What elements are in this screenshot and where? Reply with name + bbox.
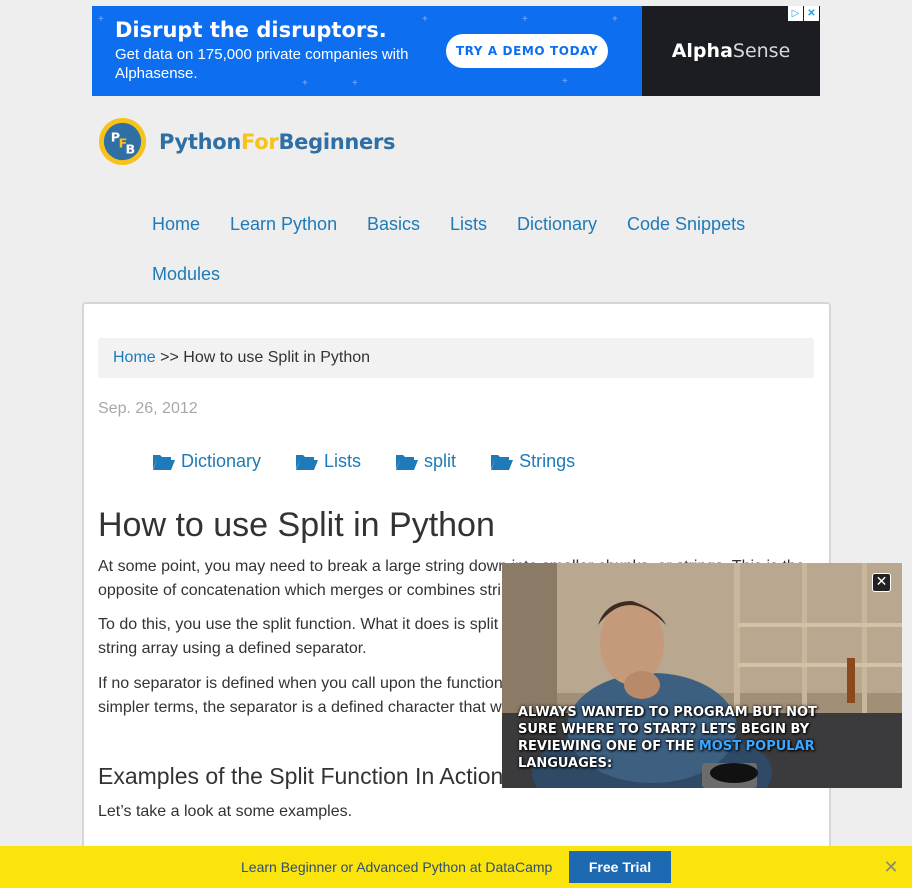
tag-strings[interactable]: Strings [490, 451, 575, 472]
ad-brand-logo: AlphaSense [671, 40, 791, 62]
section-intro: Let’s take a look at some examples. [98, 803, 353, 820]
post-date: Sep. 26, 2012 [98, 400, 198, 417]
ad-cta-button[interactable]: TRY A DEMO TODAY [446, 34, 608, 68]
folder-open-icon [153, 455, 175, 470]
ad-headline: Disrupt the disruptors. [115, 18, 387, 42]
ad-decor: + [612, 14, 618, 25]
promo-text[interactable]: Learn Beginner or Advanced Python at Dat… [241, 859, 552, 875]
ad-close-icon[interactable]: ✕ [804, 6, 819, 21]
folder-open-icon [491, 455, 514, 470]
nav-item-basics[interactable]: Basics [367, 214, 420, 235]
video-close-button[interactable]: ✕ [872, 573, 891, 592]
video-caption: Always wanted to program but not sure wh… [518, 705, 817, 771]
tag-split[interactable]: split [395, 451, 456, 472]
ad-decor: + [98, 14, 104, 25]
breadcrumb-separator: >> [155, 349, 184, 366]
adchoices-icon[interactable]: ▷ [788, 6, 803, 21]
nav-item-learn-python[interactable]: Learn Python [230, 214, 337, 235]
breadcrumb-current: How to use Split in Python [183, 349, 371, 366]
ad-decor: + [522, 14, 528, 25]
svg-text:B: B [125, 142, 135, 157]
breadcrumb: Home >> How to use Split in Python [98, 338, 814, 378]
site-name: PythonForBeginners [159, 129, 396, 154]
folder-open-icon [296, 455, 319, 470]
logo-badge-icon: P F B [98, 117, 147, 166]
top-ad-banner[interactable]: + + + + + + + + Disrupt the disruptors. … [92, 6, 820, 96]
nav-item-modules[interactable]: Modules [152, 264, 220, 285]
ad-decor: + [422, 14, 428, 25]
promo-bottom-bar: Learn Beginner or Advanced Python at Dat… [0, 846, 912, 888]
folder-open-icon [396, 455, 419, 470]
nav-item-home[interactable]: Home [152, 214, 200, 235]
video-player[interactable]: ✕ Always wanted to program but not sure … [502, 563, 902, 788]
post-tags: Dictionary Lists split Strings [152, 451, 609, 472]
section-heading: Examples of the Split Function In Action [98, 763, 504, 789]
free-trial-button[interactable]: Free Trial [569, 851, 671, 883]
ad-decor: + [562, 76, 568, 87]
ad-body-text: Get data on 175,000 private companies wi… [115, 46, 409, 82]
tag-lists[interactable]: Lists [295, 451, 361, 472]
breadcrumb-home-link[interactable]: Home [113, 349, 156, 367]
tag-dictionary[interactable]: Dictionary [152, 451, 261, 472]
site-logo[interactable]: P F B PythonForBeginners [98, 117, 396, 166]
post-title: How to use Split in Python [98, 506, 495, 544]
close-icon[interactable]: ✕ [882, 858, 900, 876]
nav-item-dictionary[interactable]: Dictionary [517, 214, 597, 235]
nav-item-lists[interactable]: Lists [450, 214, 487, 235]
nav-item-code-snippets[interactable]: Code Snippets [627, 214, 745, 235]
